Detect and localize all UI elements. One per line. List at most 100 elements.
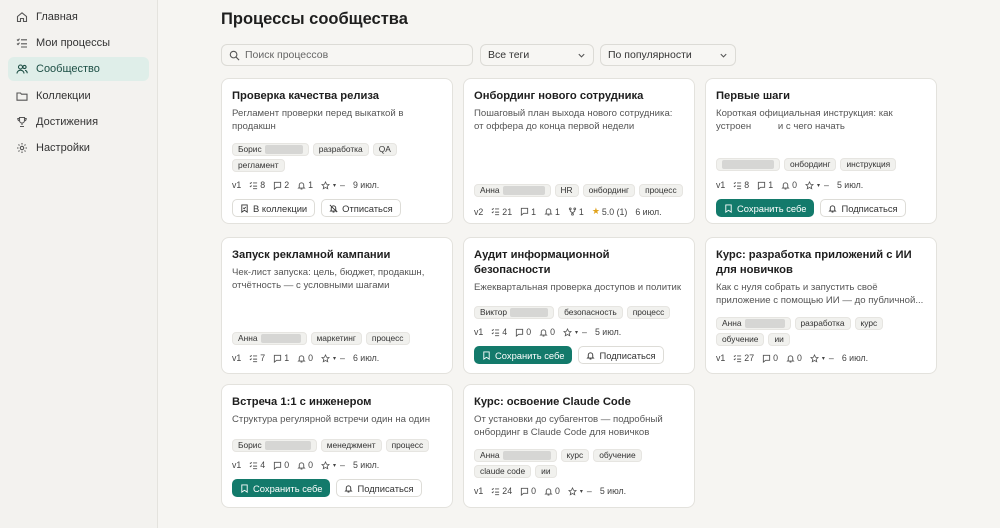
card-title[interactable]: Аудит информационной безопасности xyxy=(474,248,684,278)
comment-icon xyxy=(274,461,282,470)
process-card[interactable]: Первые шаги Короткая официальная инструк… xyxy=(705,78,937,224)
tag[interactable]: разработка xyxy=(312,143,369,156)
subscribers-stat: 0 xyxy=(297,353,313,363)
card-title[interactable]: Онбординг нового сотрудника xyxy=(474,89,684,104)
steps-stat: 24 xyxy=(491,486,512,496)
bell-icon xyxy=(781,181,790,190)
card-title[interactable]: Первые шаги xyxy=(716,89,926,104)
comments-stat: 0 xyxy=(515,327,531,337)
star-outline-icon xyxy=(809,353,819,363)
bell-icon xyxy=(828,204,838,213)
rating-stat: ▾ – xyxy=(321,353,345,363)
author-tag[interactable] xyxy=(716,158,780,171)
process-card[interactable]: Курс: освоение Claude Code От установки … xyxy=(463,384,695,508)
author-name-blurred xyxy=(722,160,774,169)
save-to-self-button[interactable]: Сохранить себе xyxy=(716,199,815,217)
chevron-down-icon xyxy=(578,53,585,58)
card-tags: Борис менеджмент процесс xyxy=(232,439,444,452)
tag[interactable]: claude code xyxy=(474,465,532,478)
search-input[interactable] xyxy=(245,49,465,61)
tag[interactable]: разработка xyxy=(794,317,851,330)
tag[interactable]: HR xyxy=(554,184,579,197)
sidebar-item-settings[interactable]: Настройки xyxy=(8,136,149,160)
card-title[interactable]: Встреча 1:1 с инженером xyxy=(232,395,442,410)
tag[interactable]: безопасность xyxy=(558,306,623,319)
sidebar-item-achievements[interactable]: Достижения xyxy=(8,110,149,134)
tag[interactable]: обучение xyxy=(593,449,642,462)
tag[interactable]: обучение xyxy=(716,333,765,346)
comments-stat: 2 xyxy=(273,180,289,190)
author-name: Анна xyxy=(722,318,742,328)
star-outline-icon xyxy=(563,327,573,337)
card-stats: v1 8 2 1 ▾ – 9 июл. xyxy=(232,180,379,190)
sidebar-item-home[interactable]: Главная xyxy=(8,5,149,29)
author-tag[interactable]: Борис xyxy=(232,439,317,452)
in-collection-button[interactable]: В коллекции xyxy=(232,199,316,217)
process-card[interactable]: Курс: разработка приложений с ИИ для нов… xyxy=(705,237,937,374)
author-tag[interactable]: Виктор xyxy=(474,306,555,319)
card-title[interactable]: Курс: разработка приложений с ИИ для нов… xyxy=(716,248,926,278)
chevron-down-icon: ▾ xyxy=(575,329,579,336)
date-label: 6 июл. xyxy=(352,353,380,363)
tag[interactable]: курс xyxy=(560,449,590,462)
author-surname-blurred xyxy=(502,451,551,460)
process-card[interactable]: Аудит информационной безопасности Ежеква… xyxy=(463,237,695,374)
sidebar-item-community[interactable]: Сообщество xyxy=(8,57,149,82)
bell-icon xyxy=(344,484,354,493)
process-card[interactable]: Онбординг нового сотрудника Пошаговый пл… xyxy=(463,78,695,224)
tag[interactable]: онбординг xyxy=(582,184,636,197)
author-tag[interactable]: Анна xyxy=(716,317,791,330)
author-tag[interactable]: Борис xyxy=(232,143,309,156)
card-title[interactable]: Запуск рекламной кампании xyxy=(232,248,442,263)
tag[interactable]: QA xyxy=(372,143,397,156)
list-icon xyxy=(249,354,258,362)
card-title[interactable]: Курс: освоение Claude Code xyxy=(474,395,684,410)
tags-filter-select[interactable]: Все теги xyxy=(480,44,594,66)
author-tag[interactable]: Анна xyxy=(474,184,551,197)
sort-select[interactable]: По популярности xyxy=(600,44,736,66)
card-description: Как с нуля собрать и запустить своё прил… xyxy=(716,282,924,306)
subscribe-button[interactable]: Подписаться xyxy=(578,346,664,364)
sidebar-item-label: Достижения xyxy=(36,115,99,128)
bell-off-icon xyxy=(329,204,338,213)
tag[interactable]: менеджмент xyxy=(320,439,382,452)
author-tag[interactable]: Анна xyxy=(232,332,307,345)
tag[interactable]: онбординг xyxy=(784,158,837,171)
sidebar-item-label: Главная xyxy=(36,11,78,23)
subscribe-button[interactable]: Подписаться xyxy=(336,479,422,497)
search-box[interactable] xyxy=(221,44,473,66)
save-to-self-button[interactable]: Сохранить себе xyxy=(232,479,331,497)
card-tags: Анна HR онбординг процесс xyxy=(474,184,686,197)
version-label: v1 xyxy=(474,327,484,337)
tag[interactable]: процесс xyxy=(639,184,683,197)
tag[interactable]: маркетинг xyxy=(310,332,362,345)
sidebar-item-collections[interactable]: Коллекции xyxy=(8,84,149,108)
rating-stat: ▾ – xyxy=(809,353,834,363)
tag[interactable]: ии xyxy=(768,333,790,346)
author-surname-blurred xyxy=(264,441,311,450)
tag[interactable]: инструкция xyxy=(840,158,897,171)
date-label: 6 июл. xyxy=(841,353,869,363)
tag[interactable]: регламент xyxy=(232,159,285,172)
process-card[interactable]: Запуск рекламной кампании Чек-лист запус… xyxy=(221,237,453,374)
unsubscribe-button[interactable]: Отписаться xyxy=(321,199,401,217)
tag[interactable]: курс xyxy=(854,317,884,330)
chevron-down-icon: ▾ xyxy=(579,488,583,495)
subscribers-stat: 0 xyxy=(539,327,555,337)
card-tags: Виктор безопасность процесс xyxy=(474,306,686,319)
author-name: Анна xyxy=(480,450,500,460)
subscribers-stat: 0 xyxy=(786,353,802,363)
tag[interactable]: процесс xyxy=(626,306,671,319)
author-tag[interactable]: Анна xyxy=(474,449,557,462)
subscribe-button[interactable]: Подписаться xyxy=(820,199,906,217)
card-title[interactable]: Проверка качества релиза xyxy=(232,89,442,104)
subscribers-stat: 0 xyxy=(297,460,313,470)
process-card[interactable]: Проверка качества релиза Регламент прове… xyxy=(221,78,453,224)
save-to-self-button[interactable]: Сохранить себе xyxy=(474,346,573,364)
version-label: v1 xyxy=(716,353,726,363)
sidebar-item-my-processes[interactable]: Мои процессы xyxy=(8,31,149,55)
tag[interactable]: ии xyxy=(535,465,557,478)
process-card[interactable]: Встреча 1:1 с инженером Структура регуля… xyxy=(221,384,453,508)
tag[interactable]: процесс xyxy=(385,439,430,452)
tag[interactable]: процесс xyxy=(365,332,410,345)
